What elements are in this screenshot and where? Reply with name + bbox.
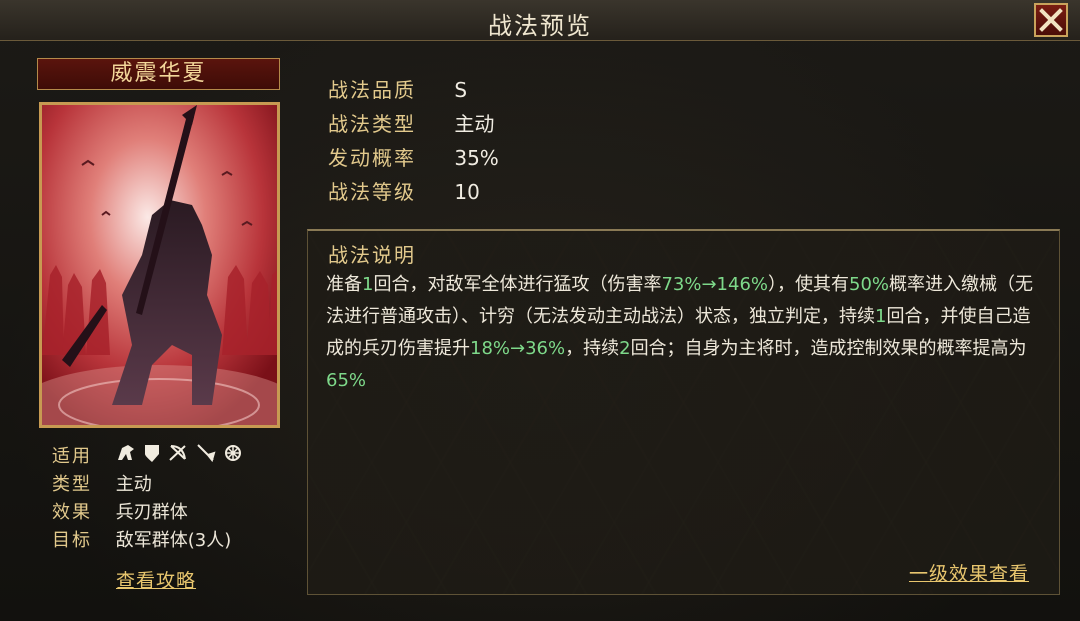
close-button[interactable] — [1034, 3, 1068, 37]
description-panel: 战法说明 准备1回合，对敌军全体进行猛攻（伤害率73%→146%），使其有50%… — [307, 229, 1060, 595]
desc-segment: 准备 — [326, 274, 362, 295]
desc-highlight: 1 — [362, 274, 374, 295]
stat-value: S — [454, 78, 468, 102]
description-title: 战法说明 — [328, 243, 416, 267]
game-window: 战法预览 威震华夏 适用 类型 主动 效果 兵刃群体 目标 敌军群体(3人) 查… — [0, 0, 1080, 621]
stat-value: 10 — [454, 180, 480, 204]
stat-label: 战法品质 — [328, 78, 416, 102]
type-row: 类型 主动 — [52, 472, 152, 498]
desc-segment: 回合；自身为主将时，造成控制效果的概率提高为 — [630, 338, 1027, 359]
level-one-effect-link[interactable]: 一级效果查看 — [909, 559, 1029, 586]
stat-type: 战法类型 主动 — [328, 109, 494, 139]
target-label: 目标 — [52, 530, 92, 551]
effect-value: 兵刃群体 — [115, 502, 188, 523]
stat-label: 战法类型 — [328, 112, 416, 136]
cavalry-icon — [116, 444, 136, 470]
stat-value: 主动 — [454, 112, 495, 136]
type-label: 类型 — [52, 474, 92, 495]
desc-highlight: 2 — [619, 338, 631, 359]
type-value: 主动 — [115, 474, 152, 495]
archer-icon — [168, 444, 188, 470]
description-text: 准备1回合，对敌军全体进行猛攻（伤害率73%→146%），使其有50%概率进入缴… — [326, 269, 1046, 397]
window-title: 战法预览 — [488, 12, 592, 40]
applicable-label: 适用 — [52, 446, 92, 467]
stat-label: 战法等级 — [328, 180, 416, 204]
spear-icon — [196, 444, 216, 470]
effect-label: 效果 — [52, 502, 92, 523]
stat-quality: 战法品质 S — [328, 75, 467, 105]
applicable-row: 适用 — [52, 444, 242, 470]
desc-highlight: 73%→146% — [661, 274, 769, 295]
tactic-name: 威震华夏 — [37, 58, 280, 90]
tactic-card-art — [39, 102, 280, 428]
desc-segment: ，持续 — [565, 338, 620, 359]
shield-icon — [144, 444, 160, 470]
desc-highlight: 1 — [875, 306, 887, 327]
desc-highlight: 65% — [326, 370, 367, 391]
effect-row: 效果 兵刃群体 — [52, 500, 188, 526]
view-guide-link[interactable]: 查看攻略 — [116, 566, 196, 593]
troop-type-icons — [116, 444, 242, 470]
target-row: 目标 敌军群体(3人) — [52, 528, 231, 554]
desc-segment: 回合，对敌军全体进行猛攻（伤害率 — [373, 274, 662, 295]
title-bar: 战法预览 — [0, 0, 1080, 41]
stat-value: 35% — [454, 146, 499, 170]
close-icon — [1039, 8, 1063, 32]
desc-highlight: 18%→36% — [470, 338, 566, 359]
desc-highlight: 50% — [849, 274, 890, 295]
siege-icon — [224, 444, 242, 470]
stat-label: 发动概率 — [328, 146, 416, 170]
stat-level: 战法等级 10 — [328, 177, 480, 207]
target-value: 敌军群体(3人) — [115, 530, 232, 551]
desc-segment: ），使其有 — [768, 274, 850, 295]
stat-trigger-rate: 发动概率 35% — [328, 143, 499, 173]
